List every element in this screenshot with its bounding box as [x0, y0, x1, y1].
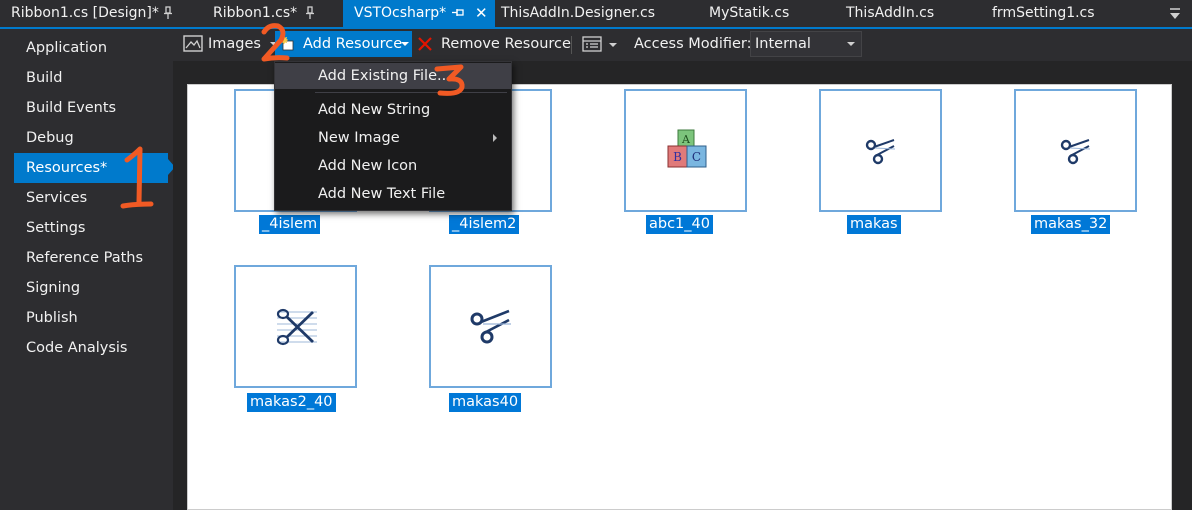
pin-icon[interactable]	[451, 8, 465, 18]
resource-tile-abc1-40[interactable]: A B C	[624, 89, 747, 212]
access-modifier-select[interactable]: Internal	[750, 31, 862, 57]
tab-overflow-dropdown-icon[interactable]	[1168, 6, 1182, 22]
abc-blocks-icon: A B C	[667, 129, 707, 168]
svg-text:A: A	[681, 133, 691, 146]
chevron-down-icon[interactable]	[609, 43, 617, 47]
scissors-icon	[470, 309, 511, 344]
tab-vstocsharp[interactable]: VSTOcsharp* ✕	[343, 0, 495, 27]
tab-label: VSTOcsharp*	[354, 5, 447, 21]
close-tab-icon[interactable]: ✕	[475, 0, 488, 27]
svg-text:B: B	[673, 150, 682, 164]
nav-item-signing[interactable]: Signing	[14, 273, 168, 303]
scissors-icon	[1060, 139, 1091, 165]
chevron-down-icon	[847, 42, 855, 46]
nav-item-reference-paths[interactable]: Reference Paths	[14, 243, 168, 273]
tab-thisaddin[interactable]: ThisAddIn.cs	[835, 0, 955, 27]
resource-name[interactable]: _4islem2	[449, 215, 520, 234]
menu-item-new-image[interactable]: New Image	[275, 125, 511, 151]
resource-name[interactable]: _4islem	[259, 215, 321, 234]
view-list-icon[interactable]	[582, 36, 602, 52]
document-tab-strip: Ribbon1.cs [Design]* Ribbon1.cs* VSTOcsh…	[0, 0, 1192, 27]
pin-icon[interactable]	[163, 6, 173, 20]
nav-item-build-events[interactable]: Build Events	[14, 93, 168, 123]
add-resource-label: Add Resource	[303, 36, 403, 52]
remove-icon	[418, 37, 432, 51]
tab-ribbon1-design[interactable]: Ribbon1.cs [Design]*	[0, 0, 178, 27]
resource-name[interactable]: makas	[847, 215, 901, 234]
resource-name[interactable]: makas2_40	[247, 393, 336, 412]
menu-item-add-new-text-file[interactable]: Add New Text File	[275, 181, 511, 207]
chevron-down-icon	[401, 42, 409, 46]
resource-name[interactable]: abc1_40	[646, 215, 713, 234]
tab-label: frmSetting1.cs	[992, 5, 1095, 21]
tab-frmsetting1[interactable]: frmSetting1.cs	[981, 0, 1111, 27]
image-icon	[183, 35, 203, 52]
scissors-icon	[865, 139, 896, 165]
tab-thisaddin-designer[interactable]: ThisAddIn.Designer.cs	[490, 0, 670, 27]
menu-separator	[315, 92, 507, 93]
resource-name[interactable]: makas40	[449, 393, 522, 412]
tab-label: Ribbon1.cs [Design]*	[11, 5, 159, 21]
images-label: Images	[208, 36, 261, 52]
toolbar-separator	[571, 36, 572, 54]
tab-label: ThisAddIn.cs	[846, 5, 935, 21]
tab-label: MyStatik.cs	[709, 5, 790, 21]
project-properties-nav: Application Build Build Events Debug Res…	[0, 29, 172, 510]
nav-item-publish[interactable]: Publish	[14, 303, 168, 333]
svg-text:C: C	[692, 150, 701, 164]
nav-item-code-analysis[interactable]: Code Analysis	[14, 333, 168, 363]
resource-tile-makas-32[interactable]	[1014, 89, 1137, 212]
tab-label: ThisAddIn.Designer.cs	[501, 5, 656, 21]
menu-item-add-new-string[interactable]: Add New String	[275, 97, 511, 123]
pin-icon[interactable]	[305, 6, 315, 20]
add-resource-button[interactable]: Add Resource	[275, 31, 412, 57]
annotation-number-3	[434, 64, 465, 96]
access-modifier-value: Internal	[755, 36, 811, 52]
submenu-arrow-icon	[493, 134, 497, 142]
tab-mystatik[interactable]: MyStatik.cs	[698, 0, 808, 27]
nav-item-application[interactable]: Application	[14, 33, 168, 63]
access-modifier-label: Access Modifier:	[634, 36, 752, 52]
remove-resource-button[interactable]: Remove Resource	[441, 29, 571, 61]
resource-tile-makas40[interactable]	[429, 265, 552, 388]
resource-tile-makas[interactable]	[819, 89, 942, 212]
resource-name[interactable]: makas_32	[1031, 215, 1111, 234]
add-resource-menu: Add Existing File... Add New String New …	[274, 61, 512, 211]
scissors-sketch-icon	[276, 308, 317, 346]
nav-item-build[interactable]: Build	[14, 63, 168, 93]
annotation-number-1	[120, 146, 154, 209]
annotation-number-2	[261, 23, 290, 62]
nav-item-settings[interactable]: Settings	[14, 213, 168, 243]
menu-item-add-new-icon[interactable]: Add New Icon	[275, 153, 511, 179]
tab-label: Ribbon1.cs*	[213, 5, 298, 21]
menu-item-add-existing-file[interactable]: Add Existing File...	[275, 63, 511, 89]
resource-tile-makas2-40[interactable]	[234, 265, 357, 388]
